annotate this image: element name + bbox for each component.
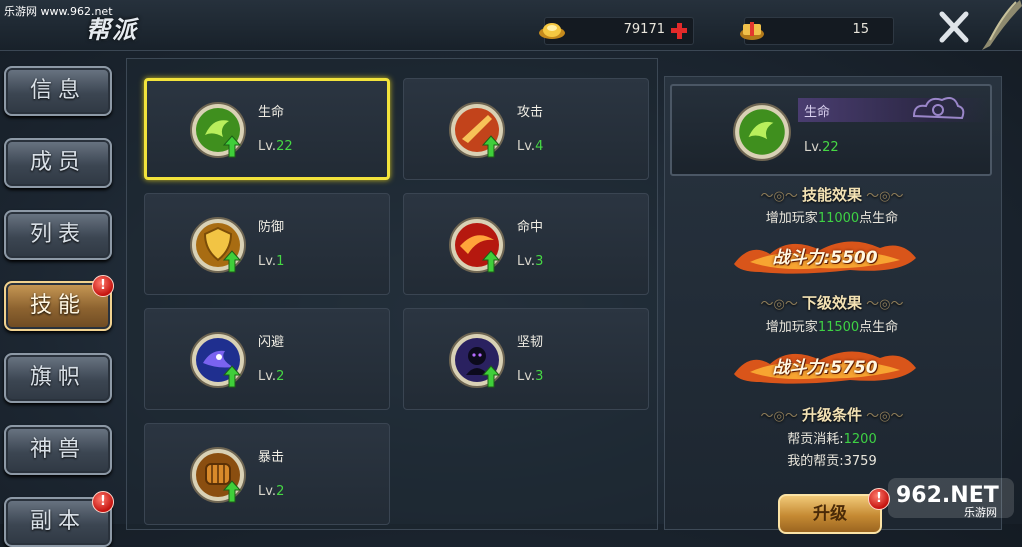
alert-badge-icon: !	[92, 275, 114, 297]
skill-level: Lv.2	[258, 484, 285, 499]
gold-currency: 79171	[539, 17, 694, 45]
life-skill-icon	[733, 103, 791, 161]
upgrade-condition-title: 〜◎〜 升级条件 〜◎〜	[760, 406, 904, 424]
nav-members-button[interactable]: 成员	[4, 138, 112, 188]
detail-skill-level: Lv.22	[804, 140, 839, 155]
current-power-banner: 战斗力:5500	[730, 234, 920, 274]
close-icon[interactable]	[934, 10, 974, 46]
skill-card-attack[interactable]: 攻击 Lv.4	[403, 78, 649, 180]
gold-ingot-icon	[539, 23, 565, 39]
skill-level: Lv.3	[517, 369, 544, 384]
selected-skill-card: 生命 Lv.22	[670, 84, 992, 176]
nav-label: 旗帜	[29, 365, 86, 390]
upgrade-button[interactable]: 升级	[778, 494, 882, 534]
nav-dungeon-button[interactable]: 副本 !	[4, 491, 114, 547]
skill-card-crit[interactable]: 暴击 Lv.2	[144, 423, 390, 525]
current-effect-title: 〜◎〜 技能效果 〜◎〜	[760, 186, 904, 204]
nav-label: 技能	[29, 293, 86, 318]
current-power-value: 战斗力:5500	[772, 248, 878, 268]
skill-card-dodge[interactable]: 闪避 Lv.2	[144, 308, 390, 410]
next-power-banner: 战斗力:5750	[730, 344, 920, 384]
next-power-value: 战斗力:5750	[772, 358, 878, 378]
skill-name: 命中	[517, 220, 544, 235]
skill-card-hit[interactable]: 命中 Lv.3	[403, 193, 649, 295]
next-effect-title: 〜◎〜 下级效果 〜◎〜	[760, 294, 904, 312]
nav-label: 副本	[29, 509, 86, 534]
nav-banner-button[interactable]: 旗帜	[4, 353, 112, 403]
nav-label: 神兽	[29, 437, 86, 462]
dodge-skill-icon	[190, 332, 246, 388]
current-effect-text: 增加玩家11000点生命	[765, 211, 899, 226]
skill-level: Lv.4	[517, 139, 544, 154]
hit-skill-icon	[449, 217, 505, 273]
skill-name: 暴击	[258, 450, 285, 465]
gift-currency: 15	[740, 17, 894, 45]
svg-text:962.NET: 962.NET	[896, 483, 999, 508]
skill-name: 坚韧	[517, 335, 544, 350]
my-contribution: 我的帮贡:3759	[787, 454, 877, 469]
gift-amount: 15	[852, 22, 869, 37]
skill-name: 防御	[258, 220, 285, 235]
skill-level: Lv.2	[258, 369, 285, 384]
nav-label: 信息	[29, 78, 86, 103]
toughness-skill-icon	[449, 332, 505, 388]
gift-box-icon	[740, 22, 764, 40]
site-logo-icon: 962.NET 乐游网	[888, 478, 1014, 519]
recharge-plus-icon[interactable]	[670, 22, 688, 40]
brush-decoration-icon	[982, 0, 1022, 50]
life-skill-icon	[190, 102, 246, 158]
skill-card-toughness[interactable]: 坚韧 Lv.3	[403, 308, 649, 410]
skill-name: 闪避	[258, 335, 285, 350]
alert-badge-icon: !	[92, 491, 114, 513]
nav-beast-button[interactable]: 神兽	[4, 425, 112, 475]
detail-skill-name: 生命	[804, 105, 831, 120]
contribution-cost: 帮贡消耗:1200	[787, 432, 877, 447]
crit-skill-icon	[190, 447, 246, 503]
nav-label: 成员	[29, 150, 86, 175]
nav-list-button[interactable]: 列表	[4, 210, 112, 260]
window-title: 帮派	[86, 16, 138, 44]
next-effect-text: 增加玩家11500点生命	[765, 320, 899, 335]
nav-skills-button[interactable]: 技能 !	[4, 275, 114, 331]
skill-name: 生命	[258, 105, 285, 120]
gold-amount: 79171	[623, 22, 665, 37]
defense-skill-icon	[190, 217, 246, 273]
attack-skill-icon	[449, 102, 505, 158]
cloud-ornament-icon	[912, 97, 965, 120]
nav-label: 列表	[29, 222, 86, 247]
skill-card-defense[interactable]: 防御 Lv.1	[144, 193, 390, 295]
skill-level: Lv.3	[517, 254, 544, 269]
skill-card-life[interactable]: 生命 Lv.22	[144, 78, 390, 180]
skill-level: Lv.1	[258, 254, 285, 269]
skill-level: Lv.22	[258, 139, 293, 154]
nav-info-button[interactable]: 信息	[4, 66, 112, 116]
skill-name: 攻击	[517, 105, 544, 120]
svg-text:乐游网: 乐游网	[964, 506, 997, 519]
